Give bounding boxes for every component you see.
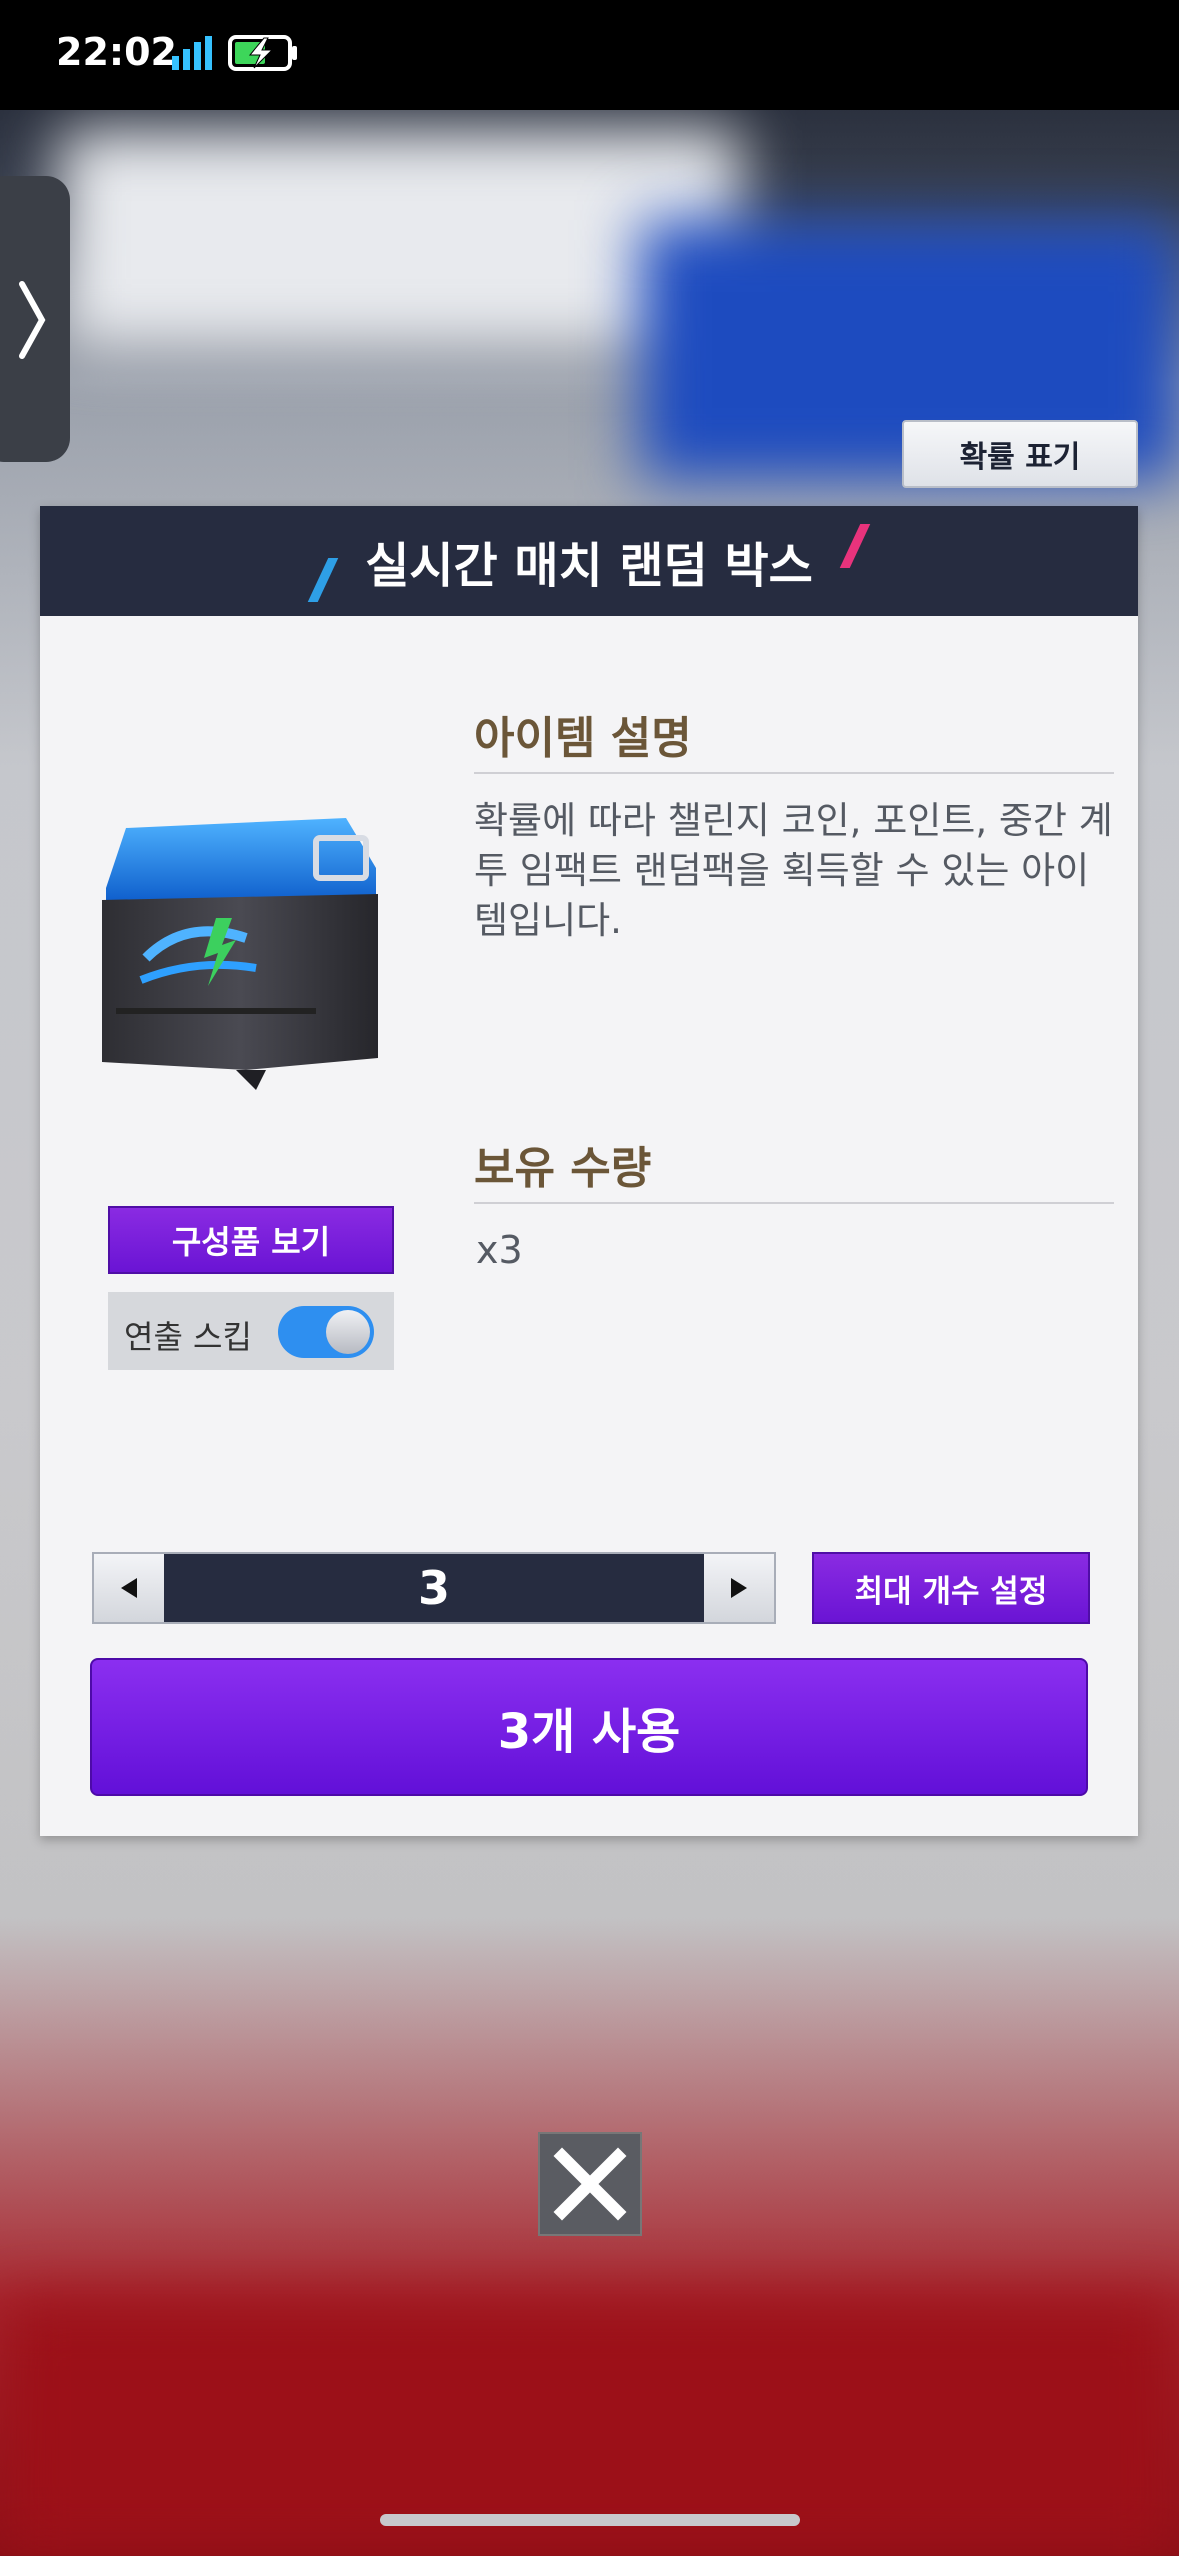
item-panel: 실시간 매치 랜덤 박스 아이템 설명 확률에 따라 챌린지 코인, 포인트, … [40, 506, 1138, 1836]
battery-charging-icon [228, 35, 297, 71]
signal-bars-icon [172, 36, 212, 70]
skip-animation-row: 연출 스킵 [108, 1292, 394, 1370]
quantity-stepper: 3 [92, 1552, 776, 1624]
skip-animation-label: 연출 스킵 [124, 1318, 252, 1356]
triangle-left-icon [121, 1578, 137, 1598]
item-description-text: 확률에 따라 챌린지 코인, 포인트, 중간 계투 임팩트 랜덤팩을 획득할 수… [474, 799, 1113, 942]
view-contents-button[interactable]: 구성품 보기 [108, 1206, 394, 1274]
increase-button[interactable] [704, 1554, 774, 1622]
owned-quantity-heading: 보유 수량 [474, 1143, 652, 1194]
toggle-knob [326, 1310, 370, 1354]
skip-animation-toggle[interactable] [278, 1306, 374, 1358]
close-icon [553, 2147, 627, 2221]
decorative-slash [307, 558, 339, 602]
triangle-right-icon [731, 1578, 747, 1598]
realtime-match-box-icon [102, 818, 378, 1090]
background-blur [60, 130, 740, 350]
side-drawer-tab[interactable] [0, 176, 70, 462]
status-time: 22:02 [56, 30, 177, 74]
home-indicator[interactable] [380, 2514, 800, 2526]
set-max-button[interactable]: 최대 개수 설정 [812, 1552, 1090, 1624]
divider [474, 1202, 1114, 1204]
decorative-slash [839, 524, 871, 568]
close-button[interactable] [538, 2132, 642, 2236]
panel-title: 실시간 매치 랜덤 박스 [365, 538, 813, 594]
divider [474, 772, 1114, 774]
probability-button[interactable]: 확률 표기 [902, 420, 1138, 488]
status-bar: 22:02 [0, 0, 1179, 110]
quantity-value: 3 [417, 1561, 450, 1615]
use-items-button[interactable]: 3개 사용 [90, 1658, 1088, 1796]
chevron-right-icon [19, 281, 46, 359]
owned-quantity-value: x3 [476, 1228, 523, 1272]
item-description-heading: 아이템 설명 [474, 713, 692, 764]
decrease-button[interactable] [94, 1554, 164, 1622]
panel-header: 실시간 매치 랜덤 박스 [40, 506, 1138, 616]
